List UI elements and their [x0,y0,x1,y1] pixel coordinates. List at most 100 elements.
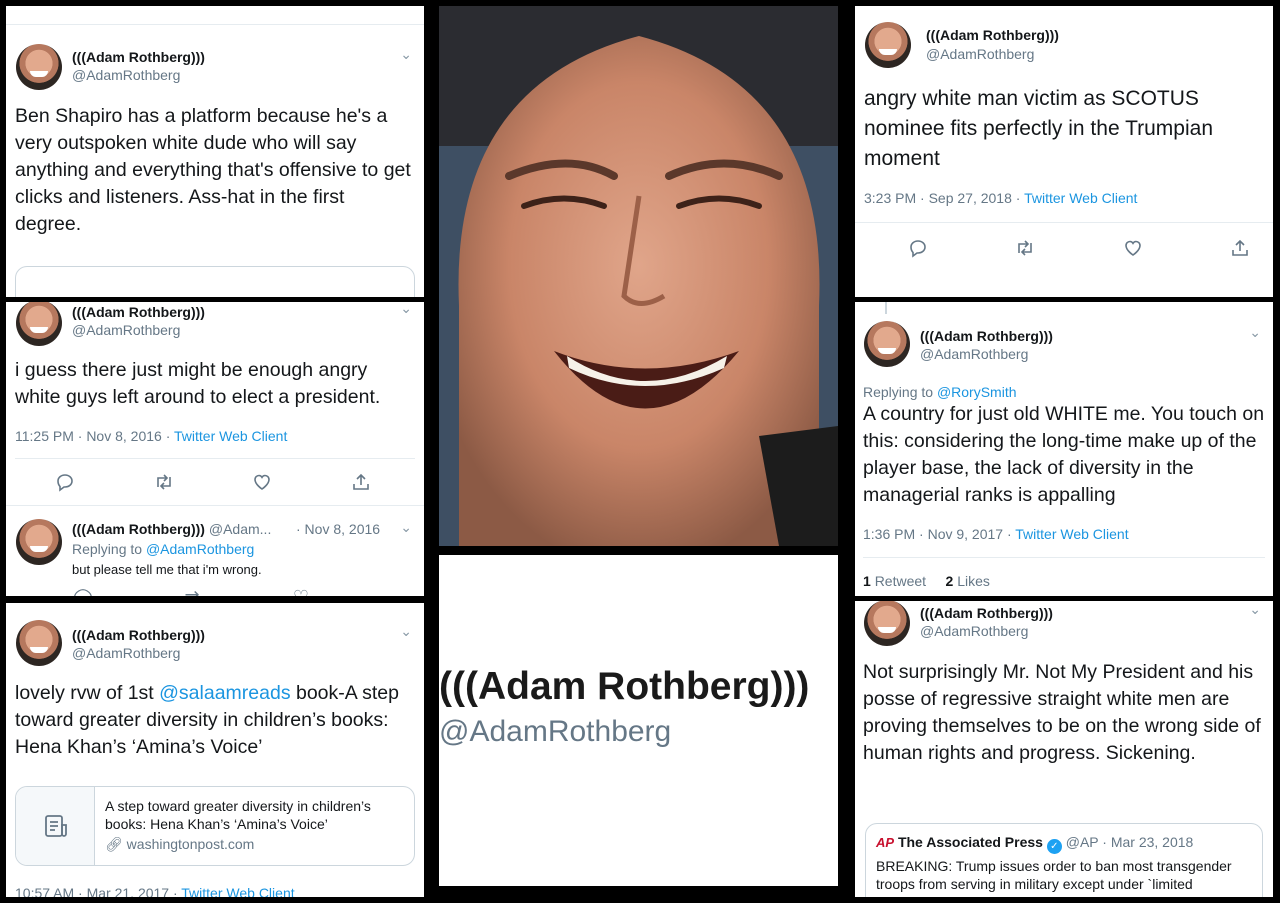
tweet-timestamp: 1:36 PM · Nov 9, 2017 · Twitter Web Clie… [863,526,1129,542]
display-name[interactable]: (((Adam Rothberg))) [920,328,1053,344]
display-name[interactable]: (((Adam Rothberg))) [920,605,1053,621]
tweet-panel-not-my-president: (((Adam Rothberg))) @AdamRothberg ⌄ Not … [855,601,1273,897]
tweet-text-pre: lovely rvw of 1st [15,682,160,704]
divider [6,505,424,506]
divider [15,458,415,459]
chevron-down-icon[interactable]: ⌄ [400,623,412,640]
reply-name[interactable]: (((Adam Rothberg))) [72,521,205,537]
tweet-panel-angry-white-guys: (((Adam Rothberg))) @AdamRothberg ⌄ i gu… [6,302,424,596]
link-card-partial[interactable] [15,266,415,297]
display-name[interactable]: (((Adam Rothberg))) [72,304,205,320]
tweet-text: i guess there just might be enough angry… [15,359,381,408]
timestamp-text[interactable]: 3:23 PM · Sep 27, 2018 · [864,190,1024,206]
replying-to: Replying to @AdamRothberg [72,541,254,557]
retweet-label[interactable]: Retweet [875,573,926,589]
replying-to-label: Replying to [863,384,937,400]
avatar[interactable] [16,44,62,90]
link-icon: 🔗︎ [105,836,123,852]
quoted-name: The Associated Press [897,834,1043,850]
share-icon[interactable] [350,472,372,496]
client-link[interactable]: Twitter Web Client [181,885,294,897]
tweet-text: Not surprisingly Mr. Not My President an… [863,661,1261,764]
divider [855,222,1273,223]
profile-photo [439,6,838,546]
user-handle[interactable]: @AdamRothberg [72,67,180,83]
like-icon[interactable]: ♡ [290,587,312,596]
avatar[interactable] [16,620,62,666]
timestamp-text[interactable]: 1:36 PM · Nov 9, 2017 · [863,526,1015,542]
share-icon[interactable] [1229,238,1251,262]
display-name[interactable]: (((Adam Rothberg))) [72,627,205,643]
chevron-down-icon[interactable]: ⌄ [400,302,412,317]
divider [863,557,1265,558]
retweet-icon[interactable] [153,472,175,496]
chevron-down-icon[interactable]: ⌄ [400,519,412,536]
replying-to-link[interactable]: @RorySmith [937,384,1017,400]
reply-date[interactable]: · Nov 8, 2016 [296,521,380,537]
retweet-icon[interactable]: ⇄ [181,587,203,596]
action-bar [907,238,1251,262]
reply-icon[interactable] [54,472,76,496]
like-label[interactable]: Likes [957,573,990,589]
engagement-stats: 1 Retweet 2 Likes [863,573,990,589]
tweet-timestamp: 11:25 PM · Nov 8, 2016 · Twitter Web Cli… [15,428,287,444]
reply-icon[interactable] [907,238,929,262]
timestamp-text[interactable]: 10:57 AM · Mar 21, 2017 · [15,885,181,897]
replying-to-link[interactable]: @AdamRothberg [146,541,254,557]
reply-icon[interactable]: ◯ [72,587,94,596]
retweet-count[interactable]: 1 [863,573,871,589]
retweet-icon[interactable] [1014,238,1036,262]
client-link[interactable]: Twitter Web Client [174,428,287,444]
quoted-text: BREAKING: Trump issues order to ban most… [876,858,1232,892]
user-handle[interactable]: @AdamRothberg [920,623,1028,639]
like-icon[interactable] [251,472,273,496]
reply-action-bar: ◯ ⇄ ♡ [72,587,312,596]
chevron-down-icon[interactable]: ⌄ [1249,324,1261,341]
tweet-text: lovely rvw of 1st @salaamreads book-A st… [15,680,415,761]
quoted-tweet[interactable]: AP The Associated Press ✓ @AP · Mar 23, … [865,823,1263,897]
reply-text: but please tell me that i'm wrong. [72,562,262,577]
tweet-panel-shapiro: (((Adam Rothberg))) @AdamRothberg ⌄ Ben … [6,6,424,297]
link-card[interactable]: A step toward greater diversity in child… [15,786,415,866]
user-handle[interactable]: @AdamRothberg [926,46,1034,62]
tweet-timestamp: 10:57 AM · Mar 21, 2017 · Twitter Web Cl… [15,885,295,897]
quoted-header: AP The Associated Press ✓ @AP · Mar 23, … [876,834,1193,854]
verified-icon: ✓ [1046,839,1062,854]
chevron-down-icon[interactable]: ⌄ [400,46,412,63]
card-domain-text: washingtonpost.com [126,836,255,852]
user-handle[interactable]: @AdamRothberg [72,322,180,338]
thread-line [885,302,887,314]
client-link[interactable]: Twitter Web Client [1015,526,1128,542]
tweet-panel-old-white-me: (((Adam Rothberg))) @AdamRothberg ⌄ Repl… [855,302,1273,596]
user-handle[interactable]: @AdamRothberg [72,645,180,661]
like-count[interactable]: 2 [946,573,954,589]
banner-display-name: (((Adam Rothberg))) [439,665,810,708]
avatar[interactable] [16,302,62,346]
banner-handle: @AdamRothberg [439,715,672,748]
tweet-text: Ben Shapiro has a platform because he's … [15,105,411,235]
action-bar [54,472,372,496]
mention-link[interactable]: @salaamreads [159,682,290,704]
tweet-text: A country for just old WHITE me. You tou… [863,403,1265,506]
divider [6,24,424,25]
display-name[interactable]: (((Adam Rothberg))) [72,49,205,65]
card-title: A step toward greater diversity in child… [105,798,371,832]
replying-to: Replying to @RorySmith [863,384,1017,400]
avatar[interactable] [864,601,910,646]
tweet-panel-scotus: (((Adam Rothberg))) @AdamRothberg angry … [855,6,1273,297]
reply-avatar[interactable] [16,519,62,565]
reply-handle[interactable]: @Adam... [209,521,271,537]
timestamp-text[interactable]: 11:25 PM · Nov 8, 2016 · [15,428,174,444]
tweet-text: angry white man victim as SCOTUS nominee… [864,87,1214,170]
user-handle[interactable]: @AdamRothberg [920,346,1028,362]
avatar[interactable] [865,22,911,68]
display-name[interactable]: (((Adam Rothberg))) [926,27,1059,43]
chevron-down-icon[interactable]: ⌄ [1249,601,1261,618]
card-domain: 🔗︎ washingtonpost.com [105,836,254,853]
tweet-timestamp: 3:23 PM · Sep 27, 2018 · Twitter Web Cli… [864,190,1137,206]
reply-display-name: (((Adam Rothberg))) @Adam... [72,521,271,537]
avatar[interactable] [864,321,910,367]
client-link[interactable]: Twitter Web Client [1024,190,1137,206]
replying-to-label: Replying to [72,541,146,557]
like-icon[interactable] [1122,238,1144,262]
